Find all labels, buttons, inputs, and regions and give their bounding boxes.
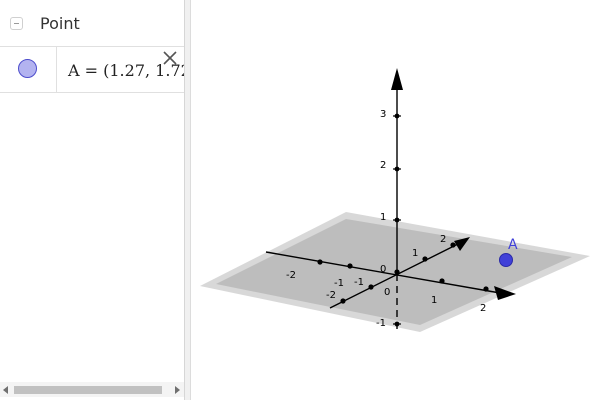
- z-tick-label-3: 3: [380, 109, 386, 120]
- point-a-label[interactable]: A: [508, 237, 518, 253]
- z-axis-arrowhead-icon: [391, 68, 403, 90]
- z-tick-label-minus1: -1: [376, 318, 386, 329]
- x-tick-label-minus1: -1: [334, 278, 344, 289]
- x-tick-label-2: 2: [440, 234, 446, 245]
- y-tick-label-minus1: -1: [354, 277, 364, 288]
- visibility-toggle[interactable]: [0, 47, 57, 92]
- point-a[interactable]: [499, 253, 513, 267]
- visibility-marble-icon[interactable]: [18, 59, 37, 78]
- y-tick-label-2: 2: [480, 303, 486, 314]
- y-tick-label-minus2: -2: [286, 270, 296, 281]
- close-icon[interactable]: [160, 48, 180, 68]
- group-header-point: Point: [0, 0, 184, 46]
- z-tick-label-1: 1: [380, 212, 386, 223]
- x-tick-label-minus2: -2: [326, 290, 336, 301]
- collapse-group-button[interactable]: [10, 17, 23, 30]
- scroll-right-arrow-icon[interactable]: [175, 386, 180, 394]
- origin-label: 0: [380, 264, 386, 275]
- z-tick-label-2: 2: [380, 160, 386, 171]
- algebra-row[interactable]: A = (1.27, 1.72: [0, 46, 184, 93]
- graphics-3d-view[interactable]: 3 2 1 -1 -2 -1 1 2 -2 -1 1 2 0 0 A: [191, 0, 600, 400]
- scrollbar-thumb[interactable]: [14, 386, 162, 394]
- y-tick-label-1: 1: [431, 295, 437, 306]
- geogebra-3d-app: Point A = (1.27, 1.72 3 2 1 -1 -2 -1 1 2…: [0, 0, 600, 400]
- xoy-plane-inner: [216, 219, 572, 325]
- origin-label-secondary: 0: [384, 287, 390, 298]
- graphics-canvas[interactable]: 3 2 1 -1 -2 -1 1 2 -2 -1 1 2 0 0 A: [191, 0, 600, 400]
- origin-point: [394, 269, 400, 275]
- x-tick-label-1: 1: [412, 248, 418, 259]
- horizontal-scrollbar[interactable]: [0, 382, 184, 397]
- group-title: Point: [40, 14, 80, 33]
- algebra-view: Point A = (1.27, 1.72: [0, 0, 185, 400]
- scroll-left-arrow-icon[interactable]: [3, 386, 8, 394]
